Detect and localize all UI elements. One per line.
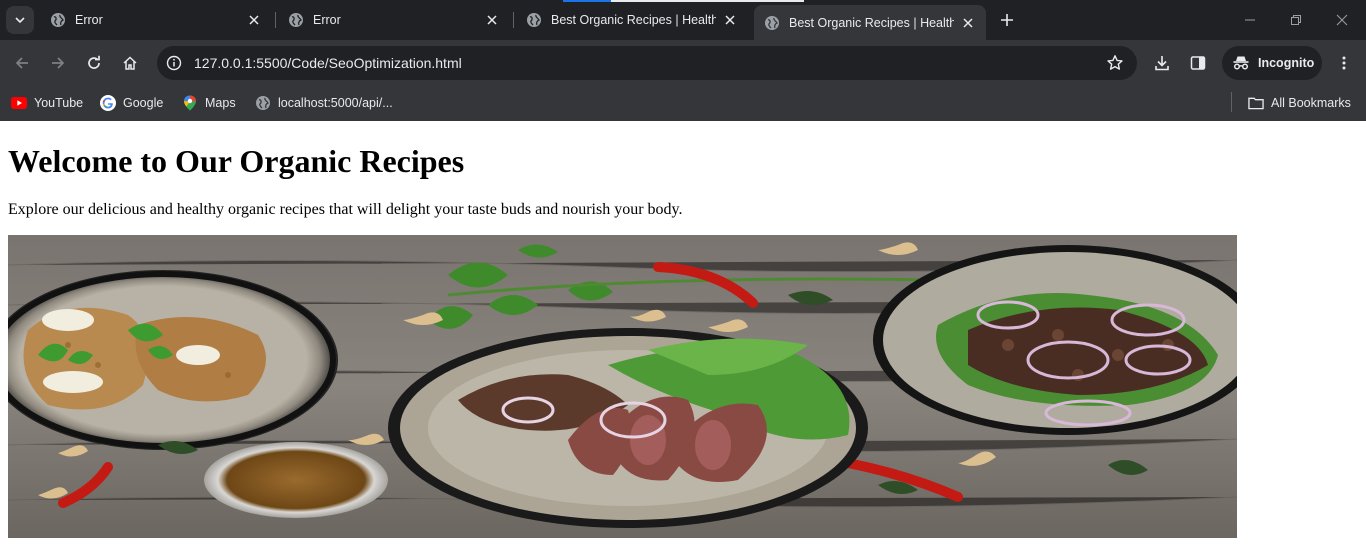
tab-error-1[interactable]: Error xyxy=(40,5,272,35)
chevron-down-icon xyxy=(15,17,25,24)
all-bookmarks-button[interactable]: All Bookmarks xyxy=(1248,92,1351,114)
folder-icon xyxy=(1248,95,1264,111)
bookmark-youtube[interactable]: YouTube xyxy=(11,92,83,114)
bookmarks-divider xyxy=(1231,92,1232,112)
browser-toolbar: 127.0.0.1:5500/Code/SeoOptimization.html… xyxy=(0,40,1366,86)
minimize-icon xyxy=(1245,19,1255,21)
bookmark-google[interactable]: Google xyxy=(100,92,163,114)
restore-icon xyxy=(1291,15,1301,25)
reload-icon xyxy=(88,55,100,69)
close-icon xyxy=(1336,14,1348,26)
more-vertical-icon xyxy=(1342,56,1346,70)
download-icon xyxy=(1155,56,1169,71)
address-bar[interactable]: 127.0.0.1:5500/Code/SeoOptimization.html xyxy=(157,46,1137,80)
bookmarks-bar: YouTube Google Maps localhost:5000/api/.… xyxy=(0,86,1366,121)
page-heading: Welcome to Our Organic Recipes xyxy=(8,143,465,179)
close-window-button[interactable] xyxy=(1330,8,1354,32)
bookmark-label: Maps xyxy=(205,96,236,110)
page-content: Welcome to Our Organic Recipes Explore o… xyxy=(0,121,1366,550)
bookmark-label: Google xyxy=(123,96,164,110)
globe-icon xyxy=(289,13,303,27)
tab-loading-track xyxy=(611,0,804,2)
new-tab-button[interactable] xyxy=(995,8,1019,32)
tab-organic-recipes[interactable]: Best Organic Recipes | Healthy xyxy=(516,5,748,35)
maps-icon xyxy=(182,95,198,111)
side-panel-button[interactable] xyxy=(1184,49,1212,77)
incognito-profile-button[interactable]: Incognito xyxy=(1222,46,1322,80)
downloads-button[interactable] xyxy=(1148,49,1176,77)
globe-icon xyxy=(51,13,65,27)
bookmark-maps[interactable]: Maps xyxy=(182,92,236,114)
restore-button[interactable] xyxy=(1284,8,1308,32)
tab-error-2[interactable]: Error xyxy=(278,5,510,35)
all-bookmarks-label: All Bookmarks xyxy=(1271,96,1351,110)
browser-menu-button[interactable] xyxy=(1330,49,1358,77)
incognito-icon xyxy=(1233,56,1249,70)
close-icon[interactable] xyxy=(484,12,500,28)
close-icon[interactable] xyxy=(246,12,262,28)
page-intro: Explore our delicious and healthy organi… xyxy=(8,201,683,218)
tab-separator xyxy=(275,12,276,28)
tab-title: Error xyxy=(313,13,341,27)
tab-search-button[interactable] xyxy=(6,6,34,34)
plus-icon xyxy=(1001,14,1013,26)
globe-icon xyxy=(255,95,271,111)
google-icon xyxy=(100,95,116,111)
home-button[interactable] xyxy=(116,49,144,77)
youtube-icon xyxy=(11,95,27,111)
reload-button[interactable] xyxy=(80,49,108,77)
arrow-left-icon xyxy=(15,57,28,69)
hero-image xyxy=(8,235,1237,538)
globe-icon xyxy=(527,13,541,27)
tab-loading-indicator xyxy=(563,0,611,2)
forward-button[interactable] xyxy=(44,49,72,77)
globe-icon xyxy=(765,15,779,30)
side-panel-icon xyxy=(1190,56,1206,70)
food-photo xyxy=(8,235,1237,538)
bookmark-localhost-api[interactable]: localhost:5000/api/... xyxy=(255,92,393,114)
bookmark-label: YouTube xyxy=(34,96,84,110)
arrow-right-icon xyxy=(52,57,65,69)
tab-title: Best Organic Recipes | Healthy xyxy=(551,13,716,27)
address-url[interactable]: 127.0.0.1:5500/Code/SeoOptimization.html xyxy=(194,55,462,71)
bookmark-label: localhost:5000/api/... xyxy=(278,96,393,110)
tab-title: Error xyxy=(75,13,103,27)
tab-organic-recipes-active[interactable]: Best Organic Recipes | Healthy xyxy=(754,5,986,40)
close-icon[interactable] xyxy=(960,15,976,31)
tab-strip: Error Error Best Organic Recipes | Healt… xyxy=(0,0,1366,40)
back-button[interactable] xyxy=(8,49,36,77)
close-icon[interactable] xyxy=(722,12,738,28)
incognito-label: Incognito xyxy=(1258,56,1315,70)
tab-title: Best Organic Recipes | Healthy xyxy=(789,15,954,30)
tab-separator xyxy=(513,12,514,28)
bookmark-star-icon[interactable] xyxy=(1105,53,1125,73)
home-icon xyxy=(123,56,137,70)
site-info-icon[interactable] xyxy=(162,51,186,75)
minimize-button[interactable] xyxy=(1238,8,1262,32)
